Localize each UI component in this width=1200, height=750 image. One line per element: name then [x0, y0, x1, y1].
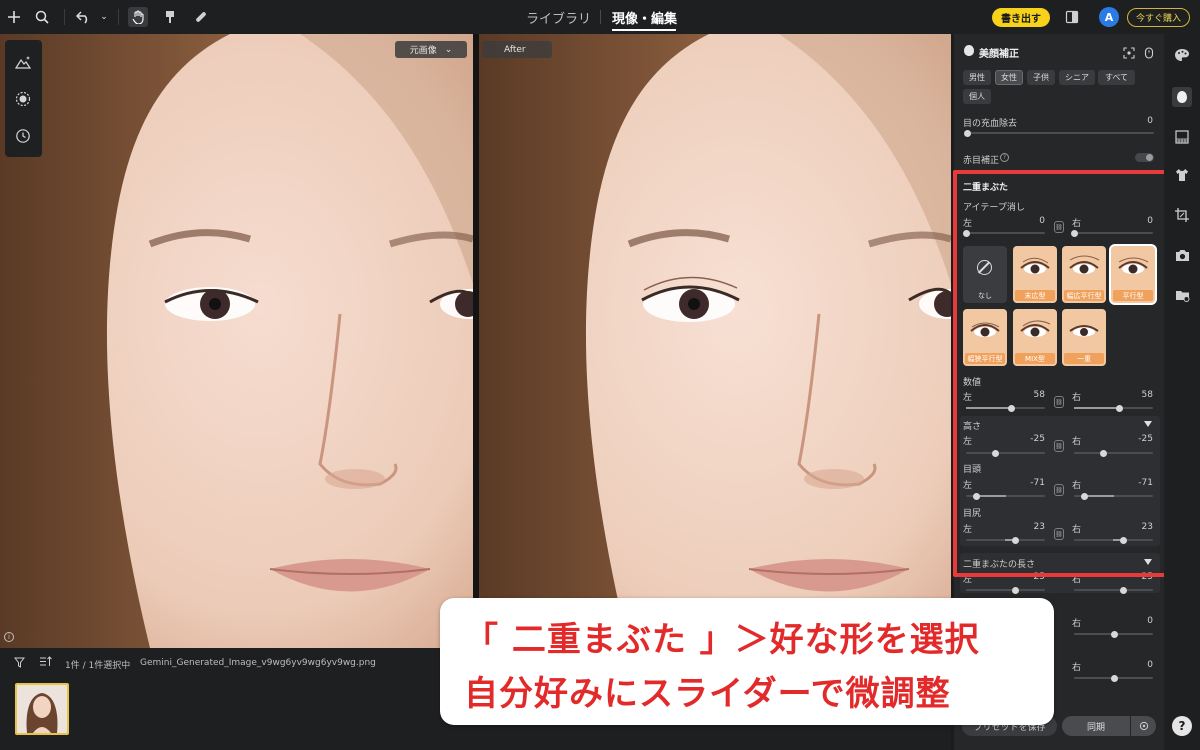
chip-senior[interactable]: シニア	[1059, 70, 1095, 85]
before-portrait-image	[0, 34, 473, 648]
folder-settings-icon[interactable]	[1174, 287, 1190, 303]
callout-line-1: 「 二重まぶた 」＞好な形を選択	[464, 620, 980, 660]
filter-icon[interactable]	[13, 657, 26, 671]
panel-title: 美顔補正	[979, 49, 1019, 60]
sync-button[interactable]: 同期	[1062, 716, 1130, 736]
eye-redness-value: 0	[1147, 116, 1153, 126]
extra-right-value-2: 0	[1147, 660, 1153, 670]
history-icon[interactable]	[14, 127, 32, 145]
toolbar-divider	[64, 9, 65, 25]
selection-count: 1件 / 1件選択中	[65, 661, 131, 671]
highlight-frame	[953, 170, 1171, 577]
red-eye-toggle[interactable]	[1135, 153, 1154, 162]
before-image-pane[interactable]	[0, 34, 473, 648]
undo-icon[interactable]	[74, 7, 94, 27]
file-name: Gemini_Generated_Image_v9wg6yv9wg6yv9wg.…	[140, 658, 376, 668]
length-right-slider[interactable]	[1074, 589, 1153, 591]
chip-all[interactable]: すべて	[1098, 70, 1135, 85]
account-avatar[interactable]: A	[1099, 7, 1119, 27]
thumbnail[interactable]	[15, 683, 69, 735]
chip-female[interactable]: 女性	[995, 70, 1023, 85]
face-detect-icon[interactable]	[1123, 44, 1135, 59]
tab-divider	[600, 10, 601, 24]
chip-male[interactable]: 男性	[963, 70, 991, 85]
original-select-label: 元画像	[409, 46, 437, 56]
after-image-pane[interactable]	[479, 34, 951, 648]
left-tool-palette	[5, 40, 42, 157]
active-tab-underline	[612, 29, 676, 31]
info-icon[interactable]: i	[4, 632, 14, 642]
radial-filter-icon[interactable]	[14, 90, 32, 108]
shirt-icon[interactable]	[1174, 167, 1190, 183]
brush-tool-icon[interactable]	[160, 7, 180, 27]
extra-right-thumb-2[interactable]	[1111, 674, 1118, 682]
hand-tool-icon[interactable]	[128, 7, 148, 27]
buy-now-button[interactable]: 今すぐ購入	[1127, 8, 1190, 27]
gear-icon	[1139, 721, 1148, 731]
eye-redness-slider-thumb[interactable]	[964, 129, 971, 137]
chevron-down-icon: ⌄	[444, 44, 453, 55]
auto-adjust-icon[interactable]	[14, 53, 32, 71]
instruction-callout: 「 二重まぶた 」＞好な形を選択 自分好みにスライダーで微調整	[440, 598, 1054, 725]
length-right-thumb[interactable]	[1120, 586, 1127, 594]
sync-options-button[interactable]	[1131, 716, 1156, 736]
tab-develop[interactable]: 現像・編集	[612, 8, 677, 27]
callout-line-2: 自分好みにスライダーで微調整	[464, 674, 951, 714]
eye-redness-label: 目の充血除去	[963, 119, 1018, 129]
help-button[interactable]: ?	[1172, 716, 1192, 736]
add-icon[interactable]	[4, 7, 24, 27]
search-icon[interactable]	[32, 7, 52, 27]
sort-icon[interactable]	[39, 656, 52, 670]
face-retouch-icon[interactable]	[1172, 87, 1192, 107]
length-left-thumb[interactable]	[1012, 586, 1019, 594]
help-icon[interactable]: ?	[1000, 153, 1009, 162]
after-portrait-image	[479, 34, 951, 648]
palette-icon[interactable]	[1174, 47, 1190, 63]
original-image-select[interactable]: 元画像 ⌄	[395, 41, 467, 58]
extra-right-thumb-1[interactable]	[1111, 630, 1118, 638]
camera-icon[interactable]	[1174, 247, 1190, 263]
export-button[interactable]: 書き出す	[992, 8, 1050, 27]
undo-history-chevron-icon[interactable]: ⌄	[94, 7, 114, 27]
eye-redness-slider[interactable]	[966, 132, 1154, 134]
length-left-slider[interactable]	[966, 589, 1045, 591]
right-label: 右	[1072, 619, 1082, 629]
top-bar: ⌄ ライブラリ 現像・編集 書き出す A 今すぐ購入	[0, 0, 1200, 34]
face-icon	[964, 45, 974, 56]
texture-icon[interactable]	[1174, 129, 1190, 145]
right-label: 右	[1072, 663, 1082, 673]
right-tool-rail	[1164, 34, 1200, 750]
chip-child[interactable]: 子供	[1027, 70, 1055, 85]
reset-icon[interactable]	[1144, 44, 1154, 59]
after-label: After	[482, 41, 552, 58]
tab-library[interactable]: ライブラリ	[526, 8, 591, 27]
chip-individual[interactable]: 個人	[963, 89, 991, 104]
compare-panel-icon[interactable]	[1062, 7, 1082, 27]
red-eye-label: 赤目補正	[963, 156, 1000, 166]
bandage-tool-icon[interactable]	[191, 7, 211, 27]
crop-icon[interactable]	[1174, 207, 1190, 223]
toolbar-divider	[118, 9, 119, 25]
extra-right-value-1: 0	[1147, 616, 1153, 626]
